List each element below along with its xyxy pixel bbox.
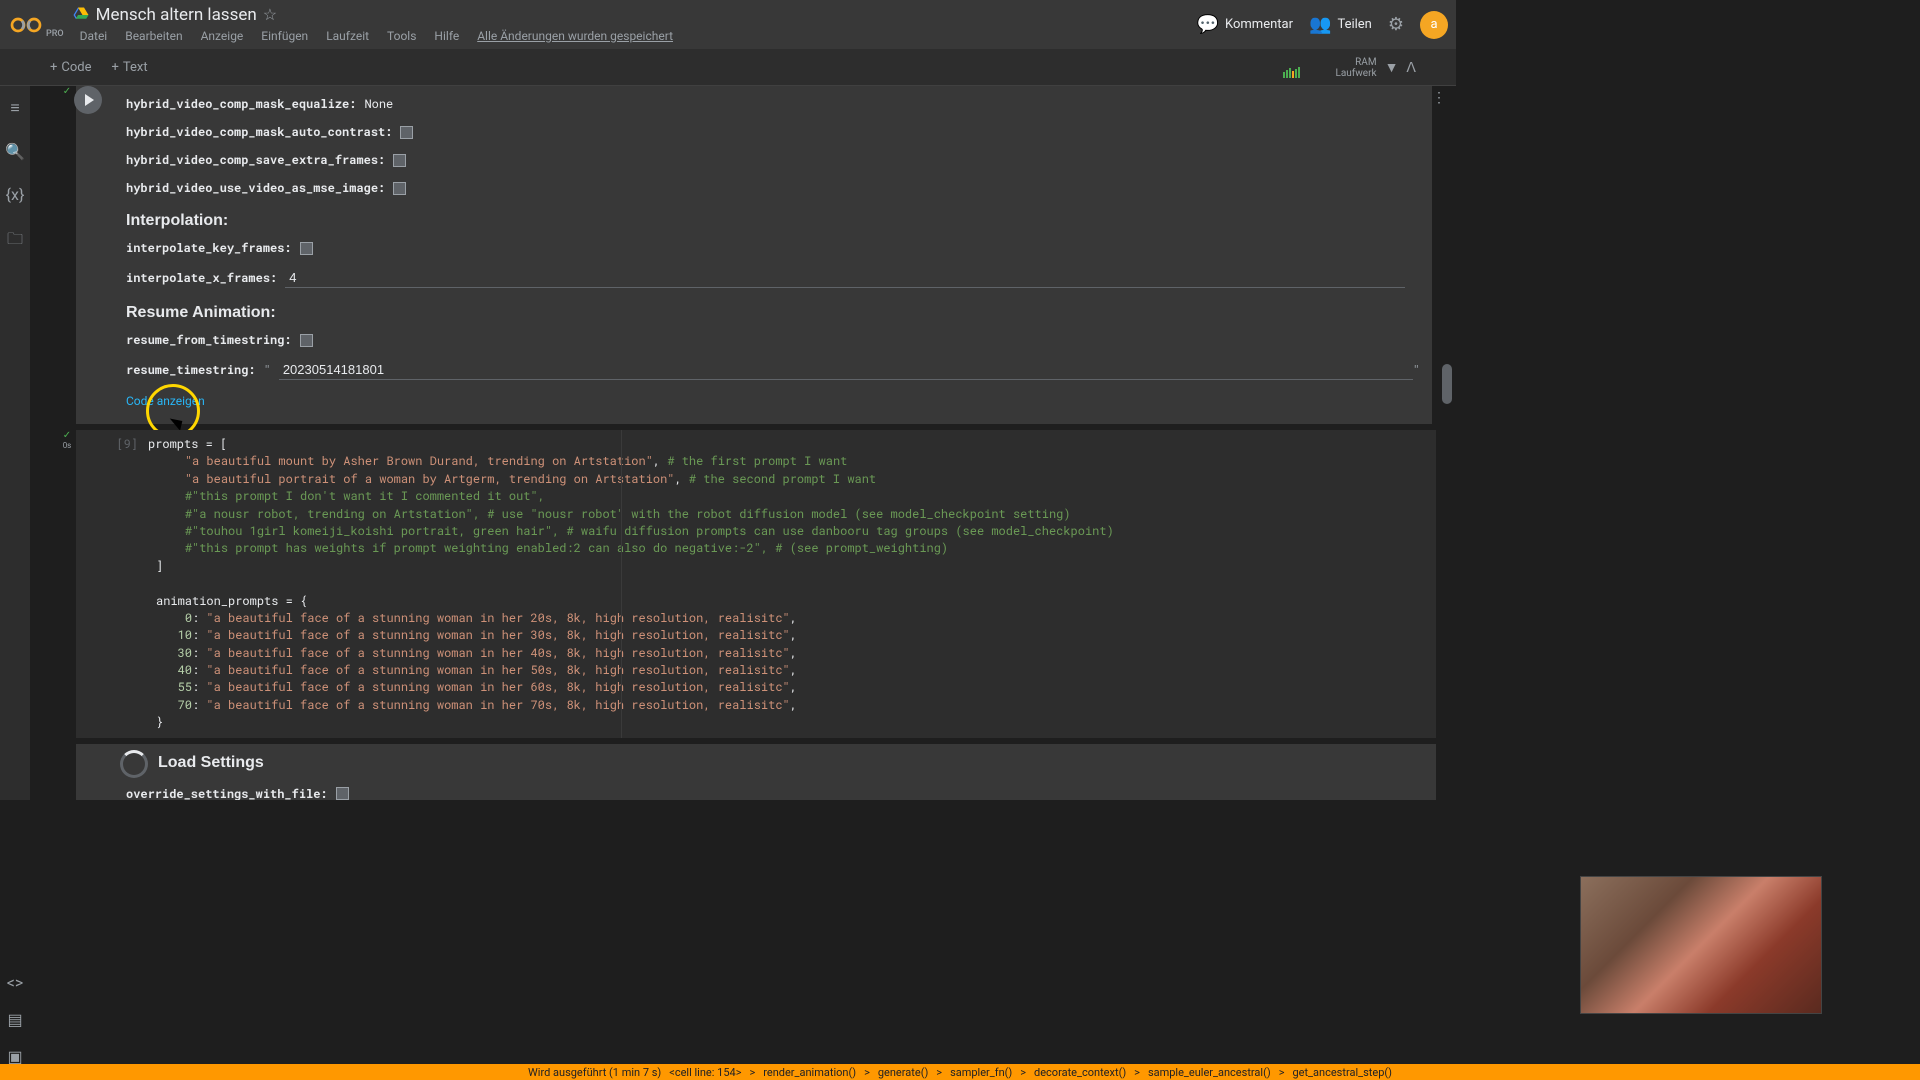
text-input[interactable] <box>279 360 1413 380</box>
load-settings-cell: Load Settings override_settings_with_fil… <box>76 744 1436 800</box>
checkbox[interactable] <box>393 182 406 195</box>
param-interpolate-xframes: interpolate_x_frames: <box>126 262 1420 294</box>
checkbox[interactable] <box>300 242 313 255</box>
show-code-link[interactable]: Code anzeigen <box>126 386 1420 412</box>
collapse-icon[interactable]: ᐱ <box>1406 60 1416 76</box>
checkbox[interactable] <box>393 154 406 167</box>
loading-spinner-icon[interactable] <box>120 750 148 778</box>
cell-gutter: ✓ <box>58 86 76 97</box>
code-cell: ✓ 0s [9]prompts = [ "a beautiful mount b… <box>30 430 1456 800</box>
code-ruler <box>621 430 622 738</box>
plus-icon: + <box>50 60 57 75</box>
notebook-title[interactable]: Mensch altern lassen <box>96 5 257 25</box>
exec-time: 0s <box>63 441 72 450</box>
quote-icon: " <box>1413 362 1420 378</box>
menu-tools[interactable]: Tools <box>379 27 424 45</box>
comment-icon: 💬 <box>1197 14 1219 35</box>
checkbox[interactable] <box>400 126 413 139</box>
checkbox[interactable] <box>336 787 349 800</box>
variables-icon[interactable]: {x} <box>6 185 25 204</box>
header: PRO Mensch altern lassen ☆ Datei Bearbei… <box>0 0 1456 50</box>
check-icon: ✓ <box>63 430 71 441</box>
save-status[interactable]: Alle Änderungen wurden gespeichert <box>469 27 681 45</box>
webcam-overlay <box>1580 876 1822 1014</box>
menu-edit[interactable]: Bearbeiten <box>117 27 190 45</box>
form-cell: ✓ ⋮ hybrid_video_comp_mask_equalize: Non… <box>30 86 1456 424</box>
quote-icon: " <box>264 362 271 378</box>
star-icon[interactable]: ☆ <box>263 5 277 24</box>
plus-icon: + <box>112 60 119 75</box>
cell-gutter: ✓ 0s <box>58 430 76 450</box>
scrollbar-thumb[interactable] <box>1442 364 1452 404</box>
check-icon: ✓ <box>63 86 71 97</box>
comment-button[interactable]: 💬 Kommentar <box>1197 14 1293 35</box>
bottom-rail: <> ▤ ▣ <box>0 973 30 1066</box>
menu-runtime[interactable]: Laufzeit <box>318 27 377 45</box>
resume-header: Resume Animation: <box>126 294 1420 326</box>
cell-menu-icon[interactable]: ⋮ <box>1432 90 1446 106</box>
search-icon[interactable]: 🔍 <box>5 142 25 161</box>
param-mask-equalize: hybrid_video_comp_mask_equalize: None <box>126 90 1420 118</box>
param-use-video-mse: hybrid_video_use_video_as_mse_image: <box>126 174 1420 202</box>
param-resume-from-timestring: resume_from_timestring: <box>126 326 1420 354</box>
code-editor[interactable]: [9]prompts = [ "a beautiful mount by Ash… <box>76 430 1436 738</box>
add-text-button[interactable]: + Text <box>102 56 158 79</box>
form-scrollbar[interactable] <box>1442 166 1452 404</box>
connect-dropdown-icon[interactable]: ▼ <box>1385 59 1399 76</box>
ram-disk-info[interactable]: RAM Laufwerk <box>1335 57 1376 79</box>
status-bar[interactable]: Wird ausgeführt (1 min 7 s) <cell line: … <box>0 1064 1920 1080</box>
colab-logo <box>8 7 44 43</box>
load-settings-header: Load Settings <box>126 752 1424 780</box>
files-icon[interactable]: 🗀 <box>7 228 23 255</box>
menu-view[interactable]: Anzeige <box>193 27 252 45</box>
resource-chart[interactable] <box>1283 58 1327 78</box>
code-snippets-icon[interactable]: <> <box>7 973 24 992</box>
menu-bar: Datei Bearbeiten Anzeige Einfügen Laufze… <box>72 27 1197 45</box>
command-palette-icon[interactable]: ▤ <box>7 1010 22 1029</box>
menu-help[interactable]: Hilfe <box>426 27 467 45</box>
param-auto-contrast: hybrid_video_comp_mask_auto_contrast: <box>126 118 1420 146</box>
exec-count: [9] <box>76 436 148 453</box>
menu-insert[interactable]: Einfügen <box>253 27 316 45</box>
interpolation-header: Interpolation: <box>126 202 1420 234</box>
number-input[interactable] <box>285 268 1405 288</box>
param-save-extra-frames: hybrid_video_comp_save_extra_frames: <box>126 146 1420 174</box>
param-resume-timestring: resume_timestring: " " <box>126 354 1420 386</box>
pro-badge: PRO <box>46 29 64 39</box>
left-rail: ≡ 🔍 {x} 🗀 <box>0 86 30 800</box>
run-button[interactable] <box>74 86 102 114</box>
drive-icon <box>72 6 90 24</box>
share-button[interactable]: 👥 Teilen <box>1309 14 1372 35</box>
menu-file[interactable]: Datei <box>72 27 116 45</box>
add-code-button[interactable]: + Code <box>40 56 102 79</box>
param-override-settings: override_settings_with_file: <box>126 780 1424 800</box>
param-value[interactable]: None <box>364 96 393 112</box>
avatar[interactable]: a <box>1420 11 1448 39</box>
share-icon: 👥 <box>1309 14 1331 35</box>
settings-icon[interactable]: ⚙ <box>1388 14 1404 35</box>
checkbox[interactable] <box>300 334 313 347</box>
param-interpolate-keyframes: interpolate_key_frames: <box>126 234 1420 262</box>
toc-icon[interactable]: ≡ <box>10 98 19 118</box>
toolbar: + Code + Text RAM Laufwerk ▼ ᐱ <box>0 50 1456 86</box>
notebook-content[interactable]: ✓ ⋮ hybrid_video_comp_mask_equalize: Non… <box>30 86 1456 800</box>
